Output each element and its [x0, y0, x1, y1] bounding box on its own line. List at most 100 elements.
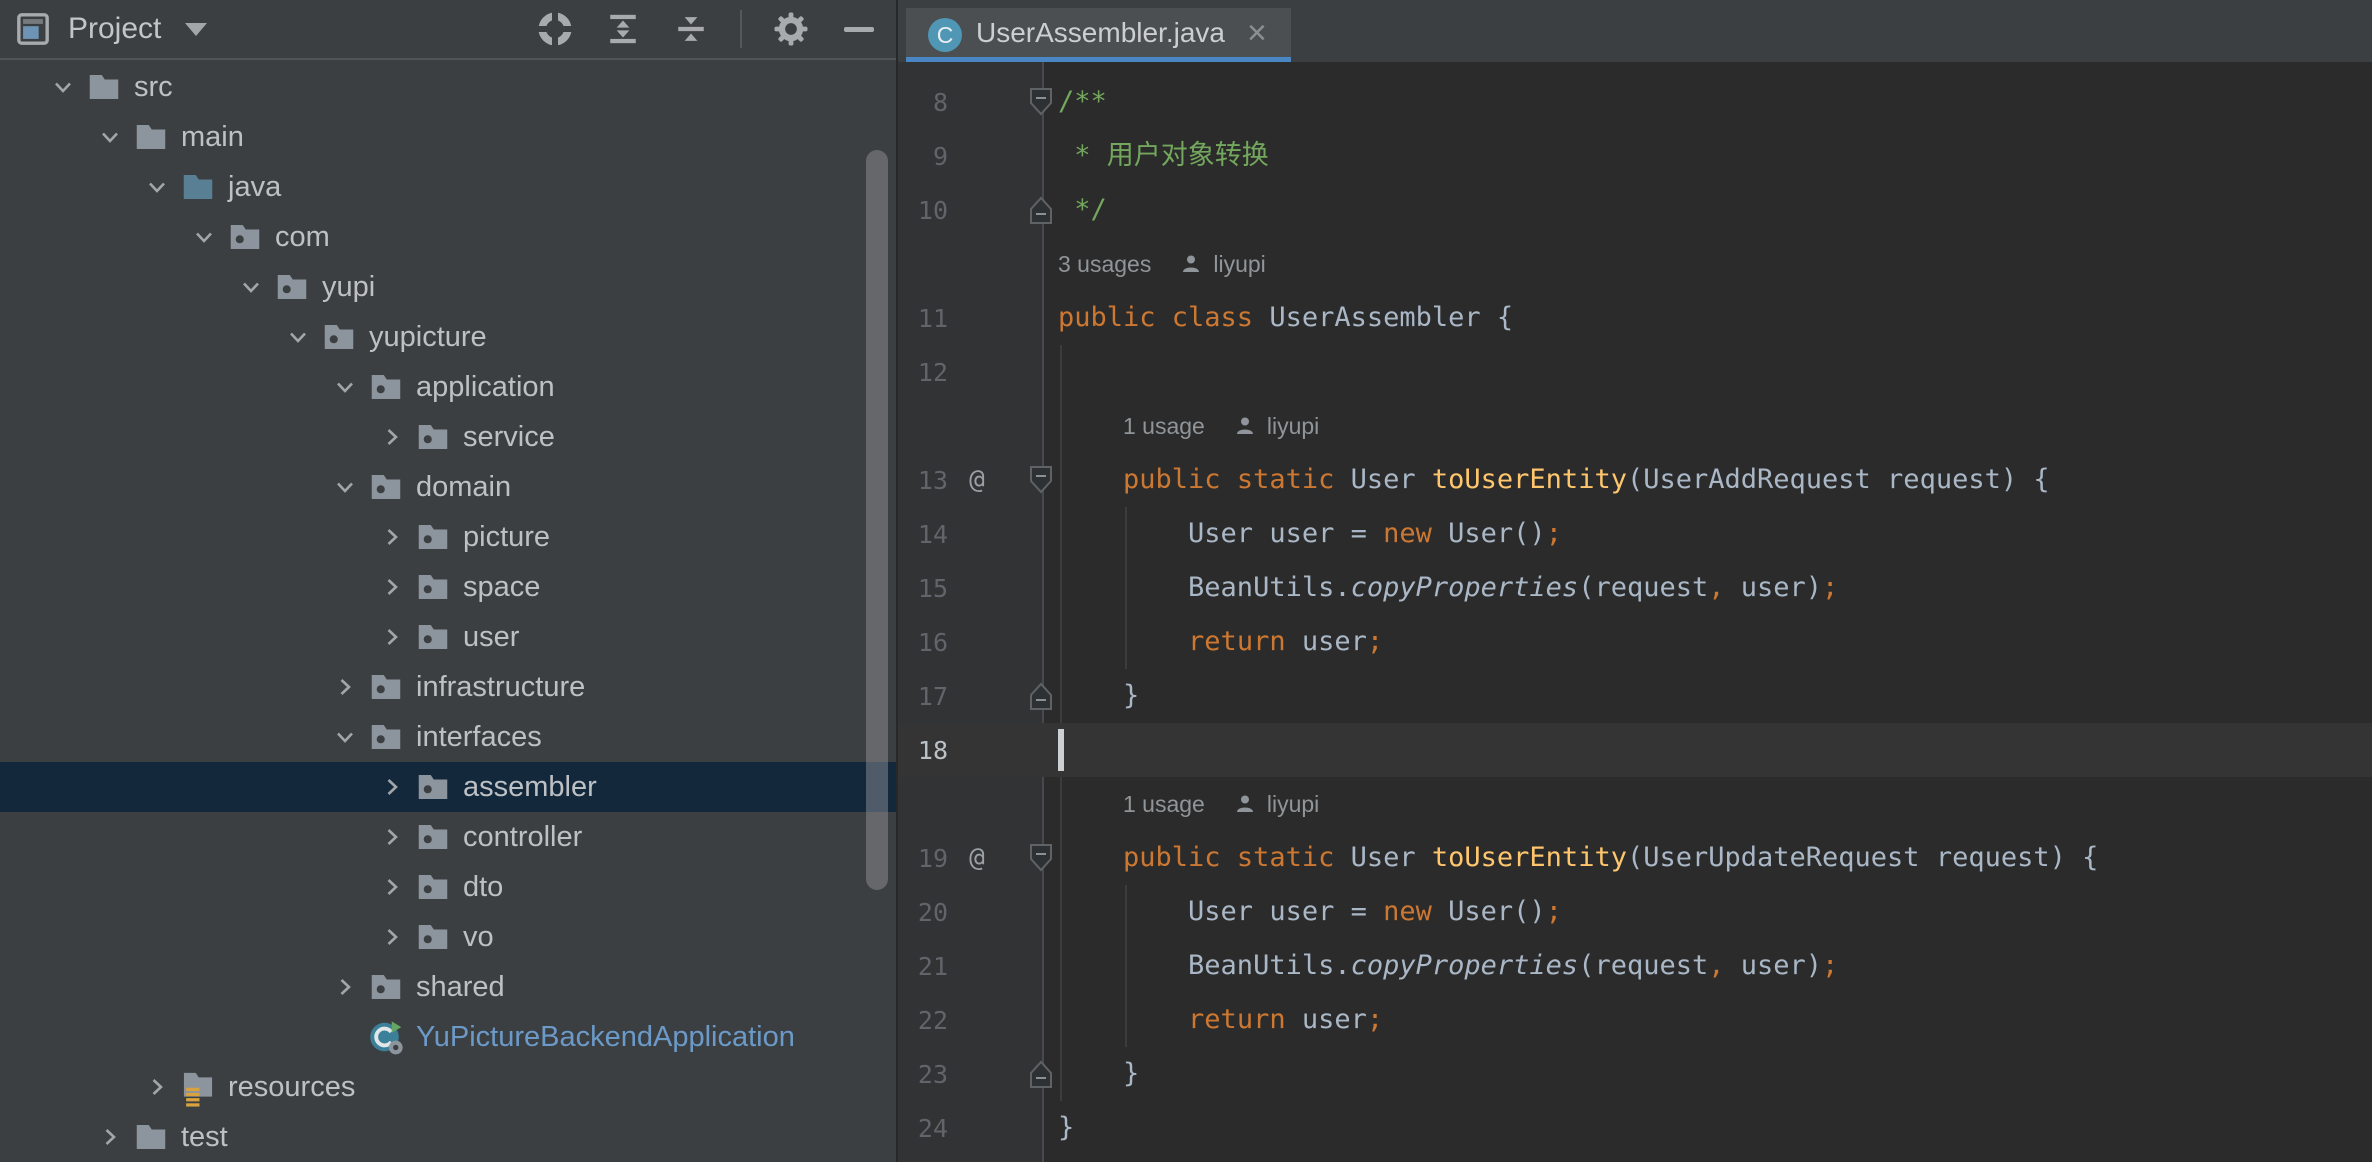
code-line-17: 17 } — [898, 669, 2372, 723]
tree-item-shared[interactable]: shared — [0, 962, 896, 1012]
project-view-dropdown-icon[interactable] — [185, 23, 207, 36]
inlay-hint[interactable]: 3 usages liyupi — [1042, 237, 2372, 291]
tree-item-label: space — [463, 571, 540, 604]
token-kw: new — [1383, 885, 1432, 939]
tree-item-test[interactable]: test — [0, 1112, 896, 1160]
chevron-down-icon[interactable] — [50, 74, 76, 100]
code-text[interactable]: /** — [1042, 75, 2372, 129]
tree-item-infrastructure[interactable]: infrastructure — [0, 662, 896, 712]
tree-item-interfaces[interactable]: interfaces — [0, 712, 896, 762]
collapse-all-icon[interactable] — [672, 10, 710, 48]
chevron-down-icon[interactable] — [97, 124, 123, 150]
tab-userassembler-java[interactable]: C UserAssembler.java × — [906, 8, 1291, 62]
code-text[interactable]: public class UserAssembler { — [1042, 291, 2372, 345]
chevron-right-icon[interactable] — [97, 1124, 123, 1150]
chevron-down-icon[interactable] — [191, 224, 217, 250]
code-text[interactable]: public static User toUserEntity(UserAddR… — [1042, 453, 2372, 507]
gutter-cell: 14 — [898, 507, 1042, 561]
chevron-right-icon[interactable] — [332, 674, 358, 700]
hide-panel-icon[interactable] — [840, 10, 878, 48]
chevron-right-icon[interactable] — [379, 574, 405, 600]
tab-close-icon[interactable]: × — [1247, 16, 1267, 54]
code-text[interactable]: } — [1042, 669, 2372, 723]
tree-item-src[interactable]: src — [0, 62, 896, 112]
code-line-12: 12 — [898, 345, 2372, 399]
tree-item-user[interactable]: user — [0, 612, 896, 662]
line-number: 14 — [898, 520, 948, 549]
chevron-right-icon[interactable] — [379, 424, 405, 450]
author-person-icon — [1233, 792, 1257, 816]
tree-item-service[interactable]: service — [0, 412, 896, 462]
tree-scrollbar[interactable] — [866, 150, 888, 890]
tree-item-yupicturebackendapplication[interactable]: YuPictureBackendApplication — [0, 1012, 896, 1062]
code-editor[interactable]: 8/**9 * 用户对象转换10 */3 usagesliyupi11publi… — [898, 62, 2372, 1162]
code-text[interactable]: BeanUtils.copyProperties(request, user); — [1042, 939, 2372, 993]
tree-item-yupi[interactable]: yupi — [0, 262, 896, 312]
author-hint[interactable]: liyupi — [1267, 777, 1319, 831]
folder-java-icon — [180, 169, 216, 205]
code-text[interactable]: */ — [1042, 183, 2372, 237]
chevron-down-icon[interactable] — [332, 374, 358, 400]
package-icon — [368, 969, 404, 1005]
fold-end-icon[interactable] — [1028, 681, 1054, 711]
tree-item-yupicture[interactable]: yupicture — [0, 312, 896, 362]
fold-end-icon[interactable] — [1028, 195, 1054, 225]
chevron-right-icon[interactable] — [379, 924, 405, 950]
tree-item-dto[interactable]: dto — [0, 862, 896, 912]
token-pl: (UserUpdateRequest request) { — [1627, 831, 2098, 885]
tree-item-controller[interactable]: controller — [0, 812, 896, 862]
chevron-down-icon[interactable] — [332, 724, 358, 750]
tree-item-application[interactable]: application — [0, 362, 896, 412]
project-tree: srcmainjavacomyupiyupictureapplicationse… — [0, 60, 896, 1160]
author-hint[interactable]: liyupi — [1267, 399, 1319, 453]
chevron-right-icon[interactable] — [379, 624, 405, 650]
chevron-right-icon[interactable] — [379, 774, 405, 800]
code-text[interactable]: } — [1042, 1101, 2372, 1155]
code-text[interactable]: return user; — [1042, 615, 2372, 669]
code-line-19: 19@ public static User toUserEntity(User… — [898, 831, 2372, 885]
inlay-hint[interactable]: 1 usage liyupi — [1042, 777, 2372, 831]
usages-hint[interactable]: 1 usage — [1123, 777, 1205, 831]
chevron-right-icon[interactable] — [379, 524, 405, 550]
fold-start-icon[interactable] — [1028, 843, 1054, 873]
code-text[interactable]: } — [1042, 1047, 2372, 1101]
author-hint[interactable]: liyupi — [1213, 237, 1265, 291]
chevron-down-icon[interactable] — [285, 324, 311, 350]
chevron-right-icon[interactable] — [144, 1074, 170, 1100]
code-text[interactable]: * 用户对象转换 — [1042, 129, 2372, 183]
inlay-hint-row: 3 usages liyupi — [898, 237, 2372, 291]
token-pl: user — [1286, 993, 1367, 1047]
chevron-right-icon[interactable] — [332, 974, 358, 1000]
chevron-right-icon[interactable] — [379, 874, 405, 900]
expand-all-icon[interactable] — [604, 10, 642, 48]
chevron-down-icon[interactable] — [238, 274, 264, 300]
chevron-right-icon[interactable] — [379, 824, 405, 850]
tree-item-assembler[interactable]: assembler — [0, 762, 896, 812]
fold-start-icon[interactable] — [1028, 87, 1054, 117]
tree-item-resources[interactable]: resources — [0, 1062, 896, 1112]
fold-start-icon[interactable] — [1028, 465, 1054, 495]
code-text[interactable]: return user; — [1042, 993, 2372, 1047]
tree-item-main[interactable]: main — [0, 112, 896, 162]
code-text[interactable]: public static User toUserEntity(UserUpda… — [1042, 831, 2372, 885]
tree-item-space[interactable]: space — [0, 562, 896, 612]
code-text[interactable]: BeanUtils.copyProperties(request, user); — [1042, 561, 2372, 615]
fold-end-icon[interactable] — [1028, 1059, 1054, 1089]
tree-item-vo[interactable]: vo — [0, 912, 896, 962]
tree-item-domain[interactable]: domain — [0, 462, 896, 512]
usages-hint[interactable]: 1 usage — [1123, 399, 1205, 453]
tree-item-java[interactable]: java — [0, 162, 896, 212]
code-text[interactable] — [1042, 345, 2372, 399]
usages-hint[interactable]: 3 usages — [1058, 237, 1151, 291]
inlay-hint[interactable]: 1 usage liyupi — [1042, 399, 2372, 453]
code-text[interactable]: User user = new User(); — [1042, 885, 2372, 939]
settings-gear-icon[interactable] — [772, 10, 810, 48]
chevron-down-icon[interactable] — [144, 174, 170, 200]
select-opened-file-icon[interactable] — [536, 10, 574, 48]
tree-item-picture[interactable]: picture — [0, 512, 896, 562]
package-icon — [415, 919, 451, 955]
code-text[interactable]: User user = new User(); — [1042, 507, 2372, 561]
code-text[interactable] — [1042, 723, 2372, 777]
chevron-down-icon[interactable] — [332, 474, 358, 500]
tree-item-com[interactable]: com — [0, 212, 896, 262]
